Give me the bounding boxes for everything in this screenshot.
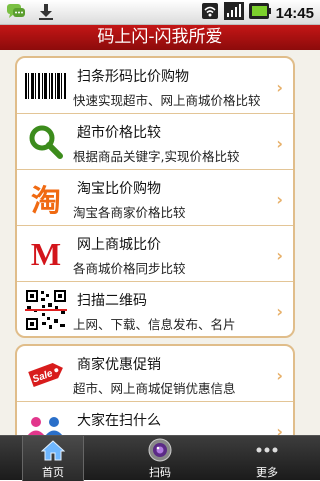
menu-item-title: 商家优惠促销 [77,357,161,373]
taobao-icon: 淘 [31,184,61,219]
tab-label: 更多 [256,466,278,479]
menu-item-description: 超市、网上商城促销优惠信息 [73,381,236,396]
qr-code-icon [23,288,69,332]
chevron-right-icon: › [276,134,283,153]
chevron-right-icon: › [276,302,283,321]
menu-item-description: 各商城价格同步比较 [73,261,186,276]
people-icon [23,408,69,435]
barcode-icon [23,64,69,108]
tab-more[interactable]: 更多 [236,436,298,481]
feature-card: 扫条形码比价购物 快速实现超市、网上商城价格比较 › 超市价格比较 根据商品关键… [15,56,295,338]
menu-item-what-people-scan[interactable]: 大家在扫什么 › [17,402,293,435]
menu-item-description: 快速实现超市、网上商城价格比较 [73,93,261,108]
menu-item-merchant-promotions[interactable]: Sale 商家优惠促销 超市、网上商城促销优惠信息 › [17,346,293,402]
home-icon [23,436,83,464]
menu-item-title: 扫描二维码 [77,293,147,309]
menu-item-supermarket-compare[interactable]: 超市价格比较 根据商品关键字,实现价格比较 › [17,114,293,170]
battery-icon [248,2,271,24]
main-content: 扫条形码比价购物 快速实现超市、网上商城价格比较 › 超市价格比较 根据商品关键… [0,50,320,435]
search-icon [23,120,69,164]
menu-item-taobao-compare[interactable]: 淘 淘宝比价购物 淘宝各商家价格比较 › [17,170,293,226]
app-title: 码上闪-闪我所爱 [0,25,320,50]
menu-item-barcode-compare[interactable]: 扫条形码比价购物 快速实现超市、网上商城价格比较 › [17,58,293,114]
chat-notification-icon [6,3,26,25]
menu-item-title: 淘宝比价购物 [77,181,161,197]
mall-icon: M [30,235,62,272]
chevron-right-icon: › [276,366,283,385]
more-icon [236,436,298,464]
wifi-icon [201,2,219,24]
menu-item-title: 超市价格比较 [77,125,161,141]
menu-item-title: 大家在扫什么 [77,413,161,429]
chevron-right-icon: › [276,422,283,435]
tab-scan[interactable]: 扫码 [129,436,191,481]
camera-icon [129,436,191,464]
clock: 14:45 [275,4,314,22]
bottom-tab-bar: 首页 扫码 更多 [0,435,320,481]
menu-item-description: 上网、下载、信息发布、名片 [73,317,236,332]
status-bar: 14:45 [0,0,320,25]
menu-item-description: 根据商品关键字,实现价格比较 [73,149,240,164]
tab-home[interactable]: 首页 [22,436,84,481]
download-icon [38,3,54,25]
menu-item-online-mall-compare[interactable]: M 网上商城比价 各商城价格同步比较 › [17,226,293,282]
signal-icon [223,2,244,24]
tab-label: 扫码 [149,466,171,479]
chevron-right-icon: › [276,78,283,97]
tab-label: 首页 [42,466,64,479]
menu-item-description: 淘宝各商家价格比较 [73,205,186,220]
menu-item-title: 扫条形码比价购物 [77,69,189,85]
menu-item-title: 网上商城比价 [77,237,161,253]
promo-card: Sale 商家优惠促销 超市、网上商城促销优惠信息 › 大家在扫什么 › [15,344,295,435]
sale-tag-icon: Sale [23,352,69,396]
menu-item-qr-scan[interactable]: 扫描二维码 上网、下载、信息发布、名片 › [17,282,293,336]
chevron-right-icon: › [276,246,283,265]
chevron-right-icon: › [276,190,283,209]
